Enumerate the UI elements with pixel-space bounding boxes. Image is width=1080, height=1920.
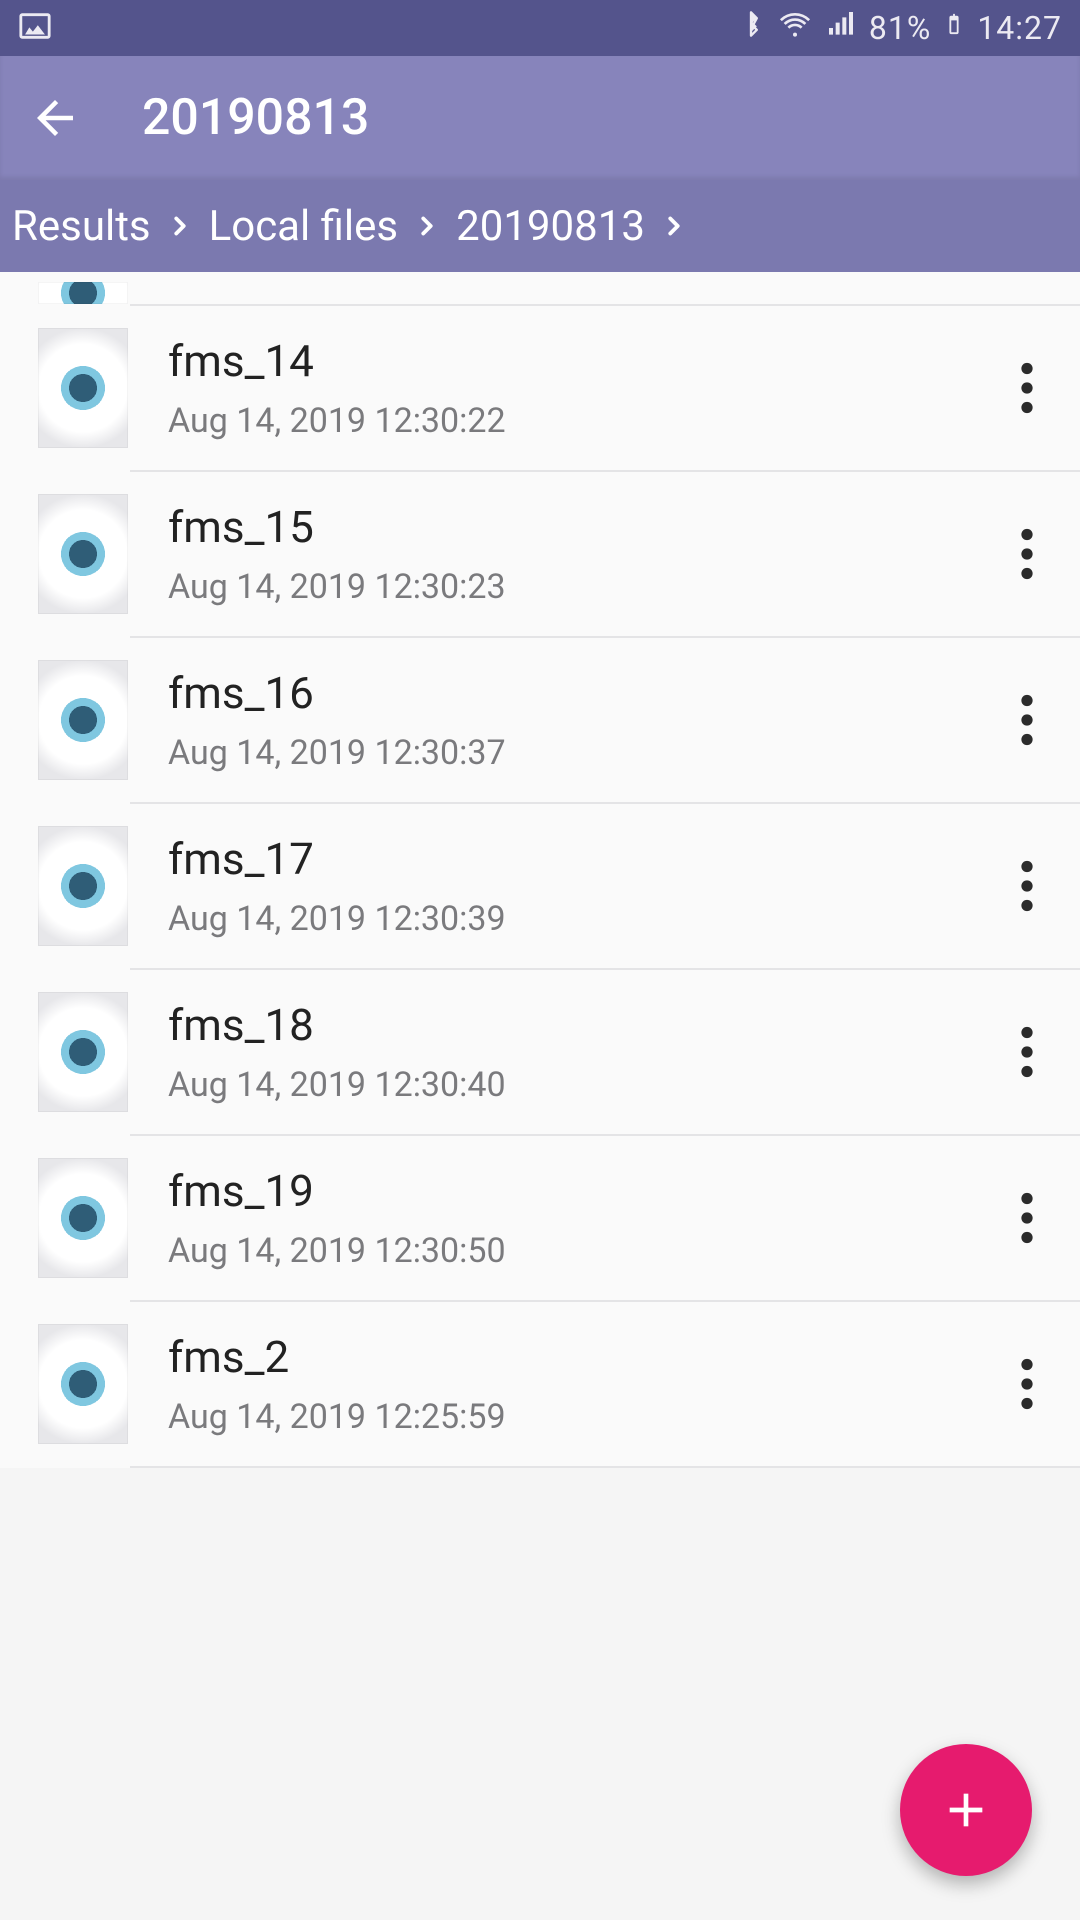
list-item[interactable]: fms_2 Aug 14, 2019 12:25:59 <box>0 1302 1080 1466</box>
breadcrumb-item[interactable]: 20190813 <box>448 202 653 251</box>
list-item[interactable]: fms_15 Aug 14, 2019 12:30:23 <box>0 472 1080 636</box>
breadcrumb-item[interactable]: Local files <box>201 202 406 251</box>
back-button[interactable] <box>28 91 82 145</box>
more-options-button[interactable] <box>992 836 1062 936</box>
list-item[interactable]: fms_14 Aug 14, 2019 12:30:22 <box>0 306 1080 470</box>
divider <box>130 1466 1080 1468</box>
add-fab-button[interactable] <box>900 1744 1032 1876</box>
file-thumbnail-icon <box>38 992 128 1112</box>
file-name: fms_15 <box>168 501 992 553</box>
file-name: fms_17 <box>168 833 992 885</box>
breadcrumb-item[interactable]: Results <box>4 202 159 251</box>
file-name: fms_2 <box>168 1331 992 1383</box>
file-thumbnail-icon <box>38 826 128 946</box>
file-date: Aug 14, 2019 12:30:50 <box>168 1231 992 1271</box>
more-options-button[interactable] <box>992 1334 1062 1434</box>
page-title: 20190813 <box>142 89 369 147</box>
battery-icon <box>943 7 965 49</box>
file-date: Aug 14, 2019 12:30:37 <box>168 733 992 773</box>
file-date: Aug 14, 2019 12:30:39 <box>168 899 992 939</box>
file-thumbnail-icon <box>38 1324 128 1444</box>
battery-pct: 81% <box>869 9 931 47</box>
status-bar: 81% 14:27 <box>0 0 1080 56</box>
file-name: fms_18 <box>168 999 992 1051</box>
list-item[interactable]: fms_18 Aug 14, 2019 12:30:40 <box>0 970 1080 1134</box>
file-date: Aug 14, 2019 12:25:59 <box>168 1397 992 1437</box>
file-thumbnail-icon <box>38 494 128 614</box>
more-options-button[interactable] <box>992 338 1062 438</box>
chevron-right-icon <box>659 211 689 241</box>
breadcrumb: Results Local files 20190813 <box>0 180 1080 272</box>
gallery-icon <box>18 9 52 47</box>
list-item[interactable]: fms_17 Aug 14, 2019 12:30:39 <box>0 804 1080 968</box>
file-date: Aug 14, 2019 12:30:23 <box>168 567 992 607</box>
file-date: Aug 14, 2019 12:30:22 <box>168 401 992 441</box>
signal-icon <box>825 8 857 48</box>
chevron-right-icon <box>165 211 195 241</box>
plus-icon <box>938 1782 994 1838</box>
more-options-button[interactable] <box>992 670 1062 770</box>
file-thumbnail-icon <box>38 1158 128 1278</box>
file-thumbnail-icon <box>38 328 128 448</box>
bluetooth-icon <box>737 8 765 48</box>
file-name: fms_14 <box>168 335 992 387</box>
chevron-right-icon <box>412 211 442 241</box>
list-item[interactable]: fms_19 Aug 14, 2019 12:30:50 <box>0 1136 1080 1300</box>
file-date: Aug 14, 2019 12:30:40 <box>168 1065 992 1105</box>
list-item[interactable]: fms_16 Aug 14, 2019 12:30:37 <box>0 638 1080 802</box>
more-options-button[interactable] <box>992 1002 1062 1102</box>
wifi-icon <box>777 8 813 48</box>
app-bar: 20190813 <box>0 56 1080 180</box>
clock-time: 14:27 <box>977 9 1062 47</box>
list-item[interactable] <box>0 272 1080 304</box>
file-thumbnail-icon <box>38 282 128 304</box>
file-name: fms_19 <box>168 1165 992 1217</box>
more-options-button[interactable] <box>992 504 1062 604</box>
file-name: fms_16 <box>168 667 992 719</box>
more-options-button[interactable] <box>992 1168 1062 1268</box>
file-thumbnail-icon <box>38 660 128 780</box>
file-list: fms_14 Aug 14, 2019 12:30:22 fms_15 Aug … <box>0 272 1080 1468</box>
